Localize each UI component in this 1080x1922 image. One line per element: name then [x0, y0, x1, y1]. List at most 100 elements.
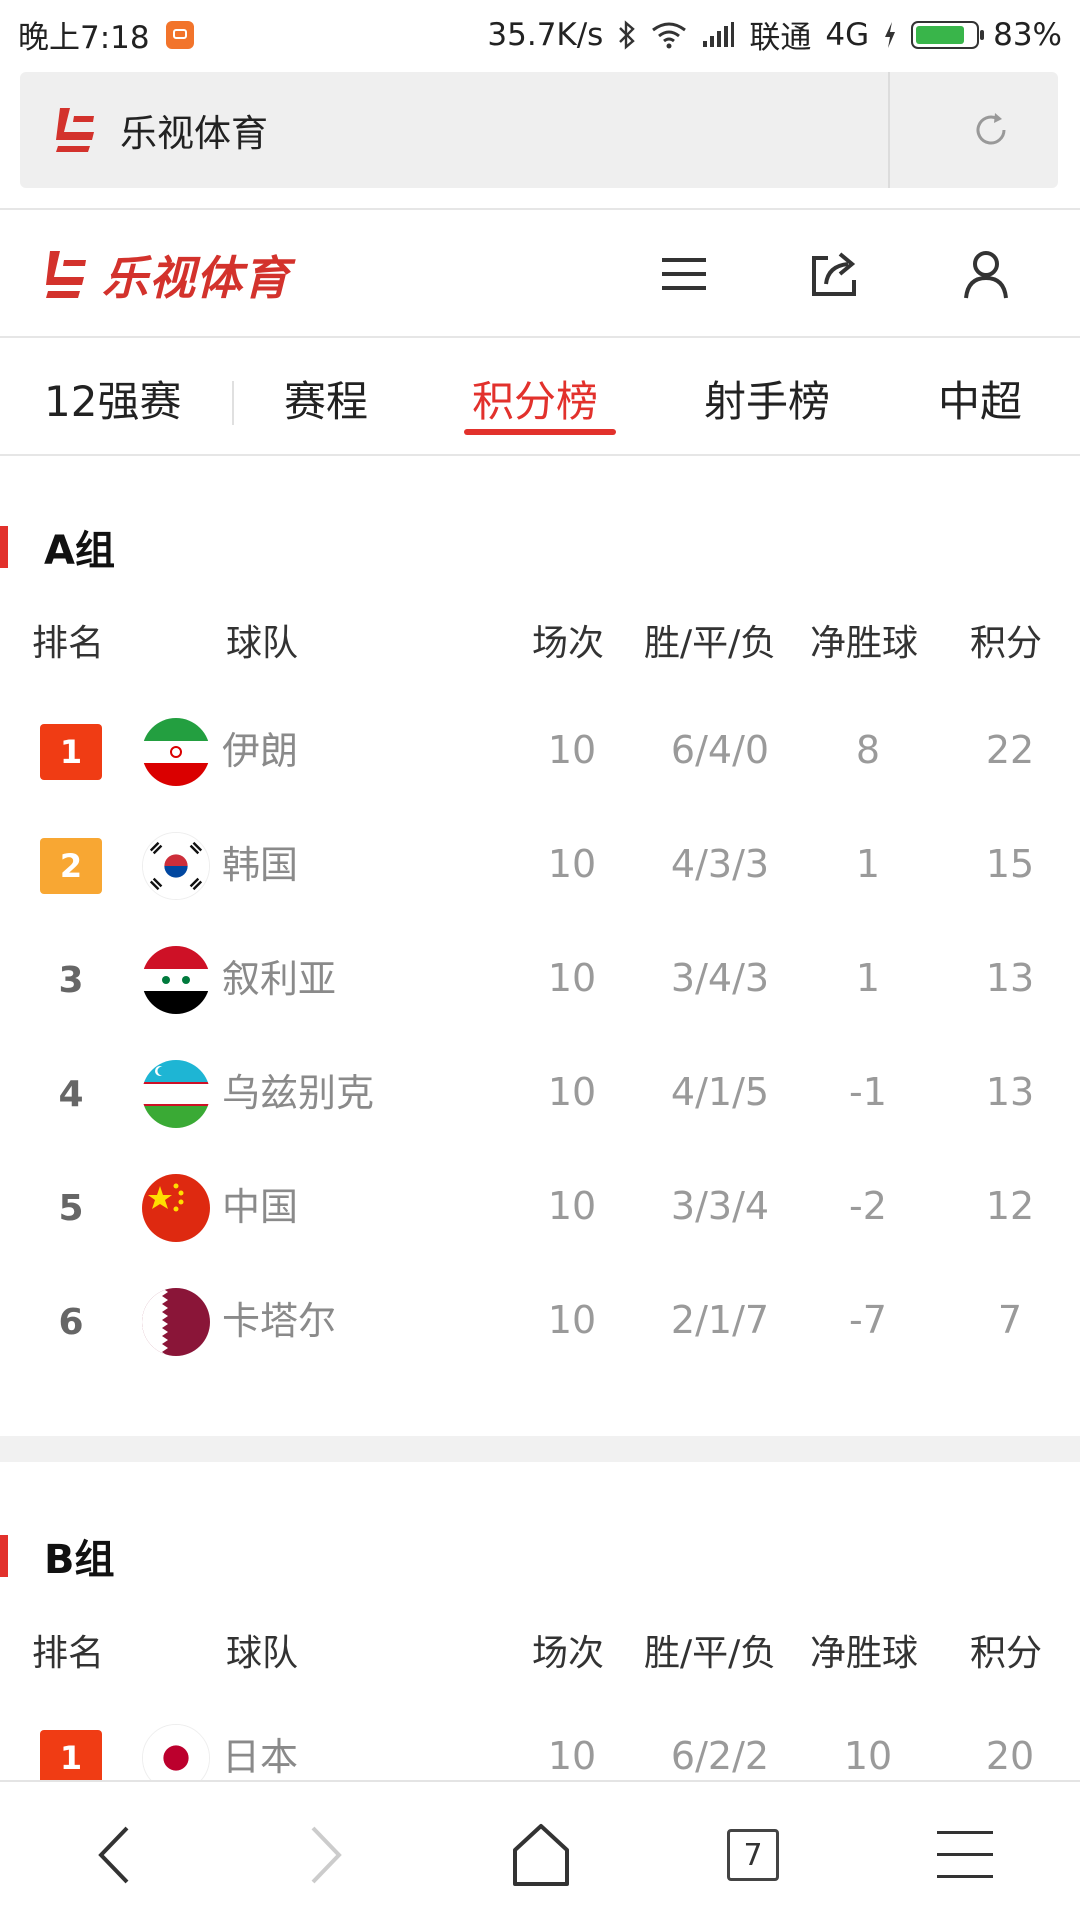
share-icon[interactable]: [806, 246, 862, 302]
header-goal-diff: 净胜球: [810, 1633, 919, 1674]
browser-menu-icon: [937, 1831, 993, 1878]
rank-number: 5: [58, 1187, 84, 1229]
iran-flag-icon: [142, 718, 210, 786]
brand-logo-icon: [46, 251, 86, 298]
table-row[interactable]: 5 中国 10 3/3/4 -2 12: [0, 1166, 1080, 1266]
header-points: 积分: [970, 623, 1043, 664]
win-draw-loss: 3/3/4: [670, 1184, 770, 1228]
active-tab-indicator: [464, 429, 616, 435]
header-wdl: 胜/平/负: [644, 1633, 777, 1674]
tab-schedule[interactable]: 赛程: [284, 368, 368, 429]
reload-icon[interactable]: [971, 110, 1011, 150]
win-draw-loss: 4/1/5: [670, 1070, 770, 1114]
browser-bottom-bar: 7: [0, 1780, 1080, 1922]
browser-menu-button[interactable]: [930, 1820, 1000, 1890]
divider: [0, 208, 1080, 210]
signal-icon: [703, 21, 735, 47]
table-row[interactable]: 2 韩国 10 4/3/3 1 15: [0, 824, 1080, 924]
goal-difference: 8: [855, 728, 881, 772]
charging-icon: [885, 21, 896, 48]
korea-flag-icon: [142, 832, 210, 900]
tab-separator: [232, 381, 234, 425]
tab-scorers[interactable]: 射手榜: [704, 368, 830, 429]
games-played: 10: [547, 1184, 597, 1228]
points: 13: [985, 1070, 1035, 1114]
games-played: 10: [547, 1070, 597, 1114]
tab-bar: 12强赛 赛程 积分榜 射手榜 中超: [0, 338, 1080, 454]
header-team: 球队: [226, 1633, 299, 1674]
tab-12qiangsai[interactable]: 12强赛: [44, 368, 181, 429]
address-divider: [888, 72, 890, 188]
forward-button[interactable]: [290, 1820, 360, 1890]
tab-standings[interactable]: 积分榜: [472, 368, 598, 429]
back-arrow-icon: [98, 1826, 129, 1884]
address-bar[interactable]: 乐视体育: [20, 72, 1058, 188]
rank-number: 6: [58, 1301, 84, 1343]
header-wdl: 胜/平/负: [644, 623, 777, 664]
group-b-title: B组: [0, 1527, 115, 1585]
group-marker: [0, 526, 8, 568]
page-title: 乐视体育: [120, 112, 268, 155]
rank-badge-gold: 1: [40, 724, 102, 780]
rank-number: 4: [58, 1073, 84, 1115]
goal-difference: -2: [849, 1184, 887, 1228]
brand-logo[interactable]: 乐视体育: [40, 242, 290, 308]
divider: [0, 454, 1080, 456]
win-draw-loss: 3/4/3: [670, 956, 770, 1000]
network-speed: 35.7K/s: [487, 16, 604, 53]
header-goal-diff: 净胜球: [810, 623, 919, 664]
clock: 晚上7:18: [18, 20, 150, 56]
header-points: 积分: [970, 1633, 1043, 1674]
header-games: 场次: [532, 623, 605, 664]
win-draw-loss: 2/1/7: [670, 1298, 770, 1342]
points: 12: [985, 1184, 1035, 1228]
points: 20: [985, 1734, 1035, 1778]
team-name: 韩国: [222, 843, 299, 887]
bluetooth-icon: [619, 19, 636, 50]
games-played: 10: [547, 956, 597, 1000]
team-name: 乌兹别克: [222, 1071, 375, 1115]
win-draw-loss: 4/3/3: [670, 842, 770, 886]
home-button[interactable]: [506, 1820, 576, 1890]
section-spacer: [0, 1436, 1080, 1462]
goal-difference: -1: [849, 1070, 887, 1114]
header-team: 球队: [226, 623, 299, 664]
win-draw-loss: 6/4/0: [670, 728, 770, 772]
rank-number: 3: [58, 959, 84, 1001]
goal-difference: 1: [855, 842, 881, 886]
goal-difference: 1: [855, 956, 881, 1000]
carrier: 联通: [749, 20, 812, 56]
tabs-button[interactable]: 7: [718, 1820, 788, 1890]
points: 15: [985, 842, 1035, 886]
battery-icon: [911, 20, 985, 49]
syria-flag-icon: [142, 946, 210, 1014]
games-played: 10: [547, 1298, 597, 1342]
table-row[interactable]: 4 乌兹别克 10 4/1/5 -1 13: [0, 1052, 1080, 1152]
menu-icon[interactable]: [656, 246, 712, 302]
back-button[interactable]: [80, 1820, 150, 1890]
table-row[interactable]: 6 卡塔尔 10 2/1/7 -7 7: [0, 1280, 1080, 1380]
wifi-icon: [652, 22, 687, 48]
user-icon[interactable]: [958, 246, 1014, 302]
points: 7: [997, 1298, 1023, 1342]
site-favicon: [56, 108, 94, 152]
points: 22: [985, 728, 1035, 772]
group-name: B组: [44, 1537, 115, 1583]
table-row[interactable]: 3 叙利亚 10 3/4/3 1 13: [0, 938, 1080, 1038]
status-bar: 晚上7:18 35.7K/s 联通 4G 83%: [0, 0, 1080, 62]
table-header-a: 排名 球队 场次 胜/平/负 净胜球 积分: [0, 614, 1080, 674]
games-played: 10: [547, 728, 597, 772]
rank-badge-gold: 1: [40, 1730, 102, 1786]
forward-arrow-icon: [311, 1826, 342, 1884]
china-flag-icon: [142, 1174, 210, 1242]
tab-csl[interactable]: 中超: [938, 368, 1022, 429]
team-name: 中国: [222, 1185, 299, 1229]
rank-badge-silver: 2: [40, 838, 102, 894]
goal-difference: -7: [849, 1298, 887, 1342]
team-name: 日本: [222, 1735, 299, 1779]
points: 13: [985, 956, 1035, 1000]
table-row[interactable]: 1 伊朗 10 6/4/0 8 22: [0, 710, 1080, 810]
table-header-b: 排名 球队 场次 胜/平/负 净胜球 积分: [0, 1624, 1080, 1684]
win-draw-loss: 6/2/2: [670, 1734, 770, 1778]
games-played: 10: [547, 1734, 597, 1778]
